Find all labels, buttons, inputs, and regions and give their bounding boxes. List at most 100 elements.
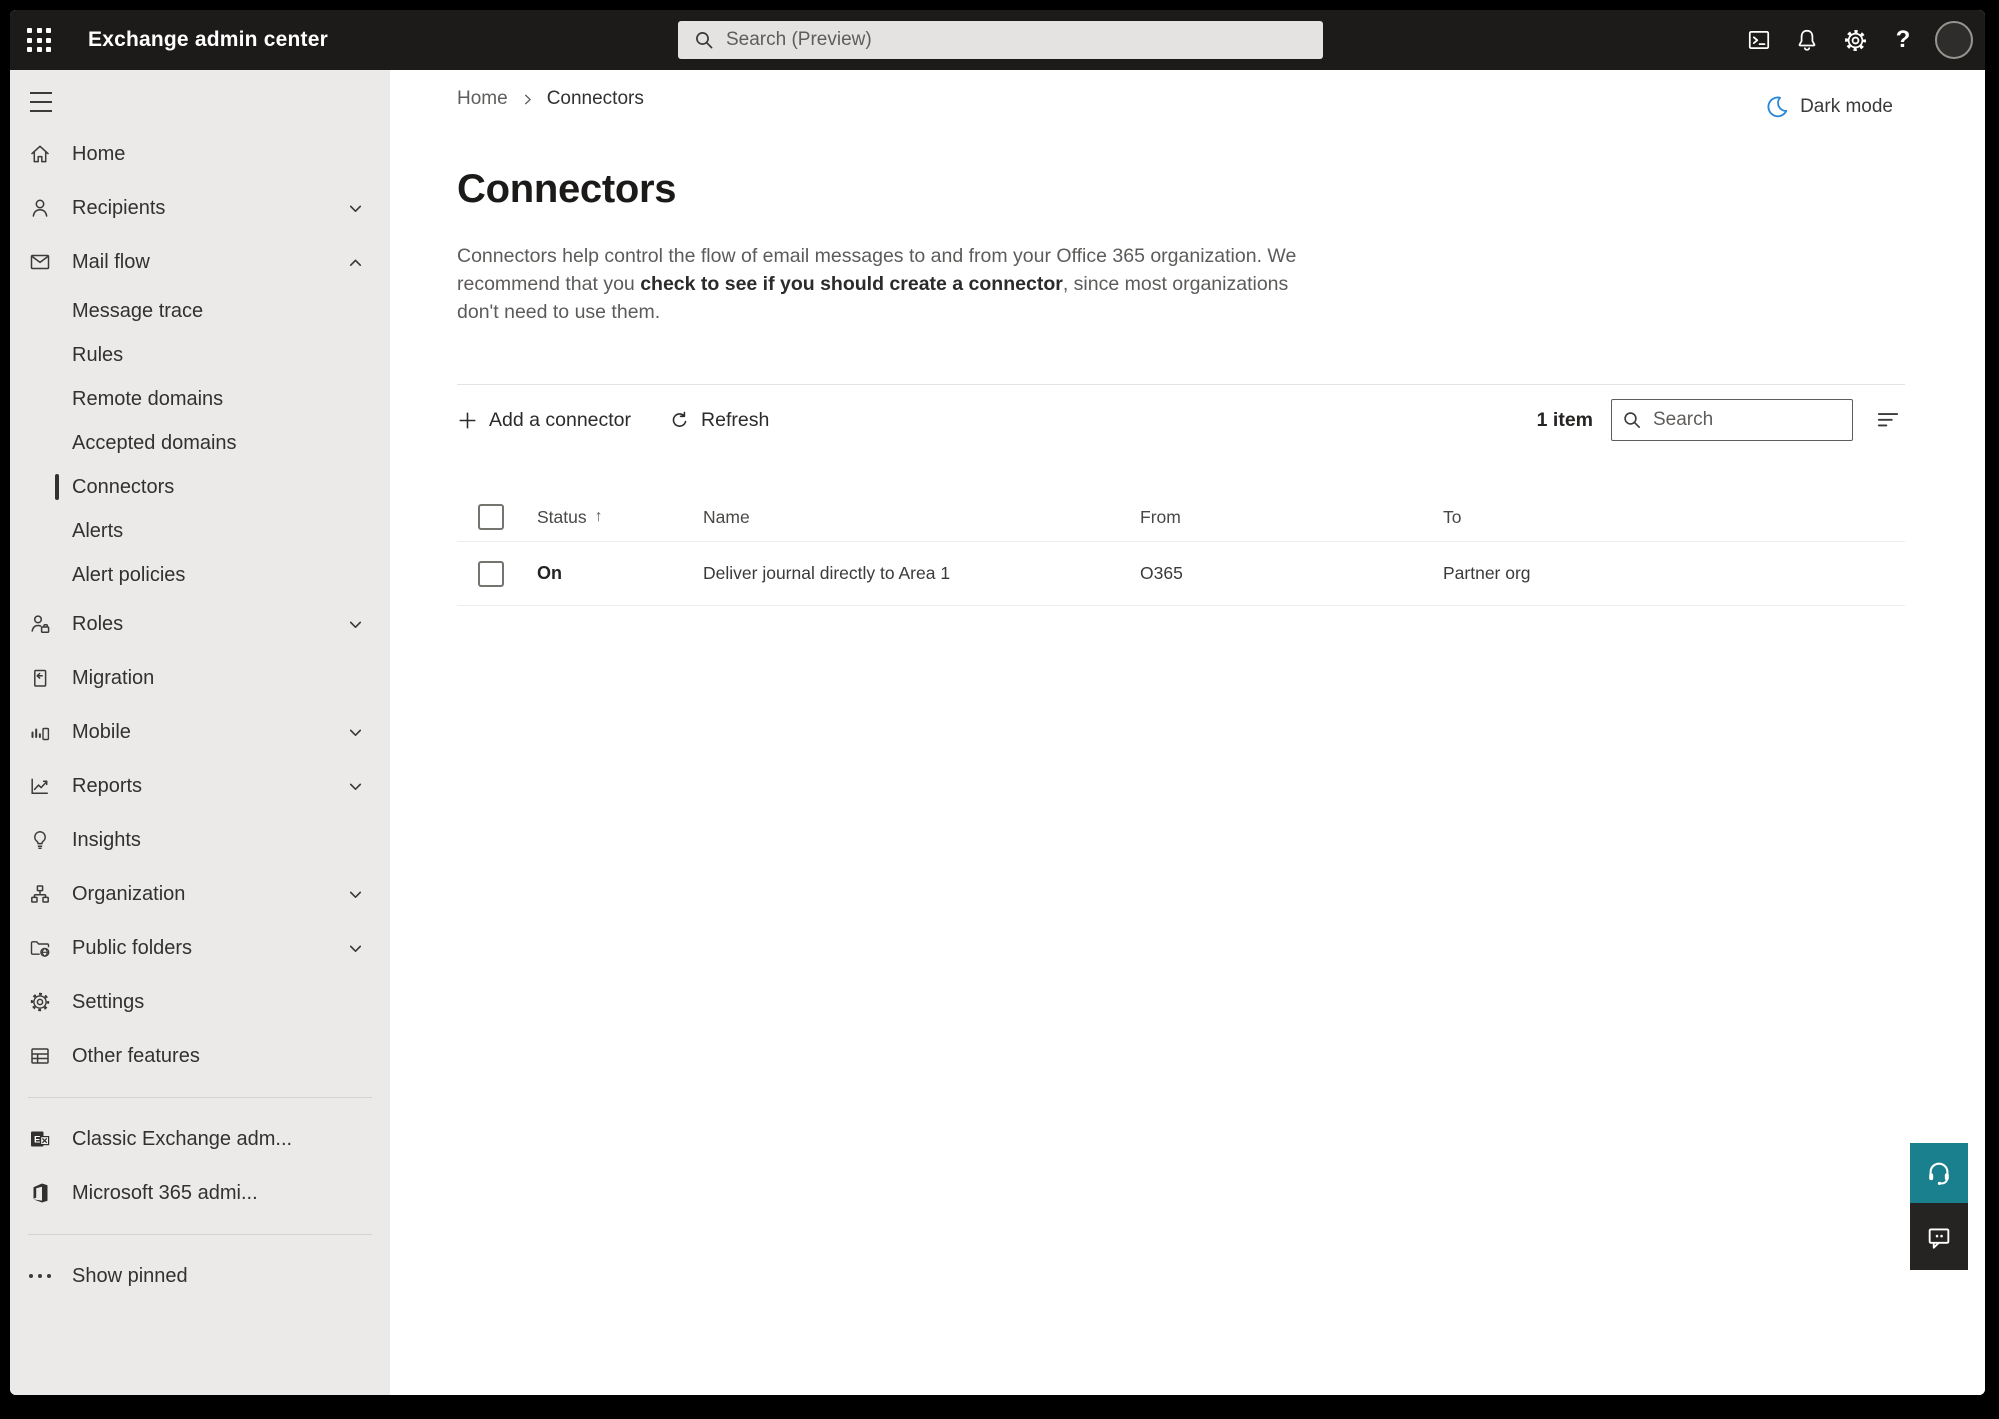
moon-icon: [1767, 96, 1788, 118]
help-button[interactable]: ?: [1879, 16, 1927, 64]
list-search-input[interactable]: [1651, 408, 1842, 432]
row-checkbox[interactable]: [478, 560, 504, 587]
column-header-from[interactable]: From: [1140, 507, 1443, 528]
sidebar-item-message-trace[interactable]: Message trace: [10, 289, 390, 333]
row-to: Partner org: [1443, 563, 1531, 583]
help-support-button[interactable]: [1910, 1143, 1968, 1203]
person-briefcase-icon: [31, 615, 50, 634]
sidebar-item-remote-domains[interactable]: Remote domains: [10, 377, 390, 421]
page-title: Connectors: [457, 167, 677, 211]
svg-text:E: E: [34, 1135, 40, 1146]
sidebar-item-alerts[interactable]: Alerts: [10, 509, 390, 553]
breadcrumb-home-link[interactable]: Home: [457, 88, 508, 110]
row-status: On: [537, 563, 562, 583]
sidebar-item-reports[interactable]: Reports: [10, 759, 390, 813]
sidebar-item-alert-policies[interactable]: Alert policies: [10, 553, 390, 597]
waffle-icon: [27, 28, 51, 52]
envelope-icon: [30, 254, 50, 270]
sidebar-item-other-features[interactable]: Other features: [10, 1029, 390, 1083]
gear-icon: [1844, 29, 1866, 51]
sidebar-item-label: Mail flow: [72, 250, 150, 273]
sidebar-item-settings[interactable]: Settings: [10, 975, 390, 1029]
filter-button[interactable]: [1871, 403, 1905, 437]
column-header-status[interactable]: Status ↑: [537, 507, 703, 528]
top-bar: Exchange admin center Search (Preview) ?: [10, 10, 1985, 70]
more-dots-icon: [28, 1274, 52, 1278]
headset-icon: [1929, 1162, 1949, 1186]
sidebar-item-mail-flow[interactable]: Mail flow: [10, 235, 390, 289]
sidebar-item-mobile[interactable]: Mobile: [10, 705, 390, 759]
question-mark-icon: ?: [1895, 26, 1911, 53]
mobile-stats-icon: [31, 727, 50, 741]
exchange-logo-icon: E: [31, 1131, 50, 1147]
nav-collapse-button[interactable]: [30, 90, 60, 114]
sidebar-item-home[interactable]: Home: [10, 127, 390, 181]
sidebar-item-migration[interactable]: Migration: [10, 651, 390, 705]
sidebar-item-rules[interactable]: Rules: [10, 333, 390, 377]
chevron-down-icon: [349, 945, 362, 952]
table-icon: [31, 1048, 49, 1064]
sidebar-item-label: Roles: [72, 612, 124, 635]
sidebar-item-label: Show pinned: [72, 1264, 188, 1287]
header-checkbox-cell: [457, 504, 537, 530]
sidebar-item-label: Insights: [72, 828, 141, 851]
chevron-down-icon: [349, 891, 362, 898]
breadcrumb-chevron-icon: [524, 94, 531, 104]
sidebar-item-show-pinned[interactable]: Show pinned: [10, 1249, 390, 1303]
nav-divider: [28, 1234, 372, 1235]
select-all-checkbox[interactable]: [478, 504, 504, 530]
sidebar-item-connectors[interactable]: Connectors: [10, 465, 390, 509]
settings-button[interactable]: [1831, 16, 1879, 64]
sidebar-item-recipients[interactable]: Recipients: [10, 181, 390, 235]
breadcrumb: Home Connectors: [457, 88, 1905, 110]
sidebar-item-label: Accepted domains: [72, 431, 237, 454]
app-window: Exchange admin center Search (Preview) ?…: [10, 10, 1985, 1395]
feedback-button[interactable]: [1910, 1203, 1968, 1270]
table-row[interactable]: On Deliver journal directly to Area 1 O3…: [457, 542, 1905, 606]
sidebar-item-microsoft-365-admin[interactable]: Microsoft 365 admi...: [10, 1166, 390, 1220]
list-search-box[interactable]: [1611, 399, 1853, 441]
sidebar-item-accepted-domains[interactable]: Accepted domains: [10, 421, 390, 465]
refresh-button[interactable]: Refresh: [669, 409, 769, 432]
global-search-box[interactable]: [678, 21, 1323, 59]
add-connector-button[interactable]: Add a connector: [457, 409, 631, 432]
filter-icon: [1877, 413, 1899, 427]
sidebar-item-label: Connectors: [72, 475, 175, 498]
notifications-button[interactable]: [1783, 16, 1831, 64]
search-icon: [696, 32, 713, 49]
item-count: 1 item: [1536, 408, 1593, 431]
connectors-table: Status ↑ Name From To On Deliver journal…: [457, 493, 1905, 606]
column-header-to[interactable]: To: [1443, 507, 1905, 528]
microsoft-365-logo-icon: [33, 1183, 48, 1203]
sidebar-item-label: Mobile: [72, 720, 131, 743]
person-icon: [32, 199, 48, 217]
refresh-label: Refresh: [701, 408, 770, 431]
folder-globe-icon: [30, 941, 50, 957]
row-name[interactable]: Deliver journal directly to Area 1: [703, 563, 1140, 584]
app-title: Exchange admin center: [88, 28, 328, 51]
topbar-actions: ?: [1735, 16, 1985, 64]
dark-mode-toggle[interactable]: Dark mode: [1765, 94, 1893, 119]
sidebar-item-label: Rules: [72, 343, 124, 366]
cloud-shell-button[interactable]: [1735, 16, 1783, 64]
add-connector-label: Add a connector: [489, 408, 632, 431]
sidebar-item-classic-exchange[interactable]: E Classic Exchange adm...: [10, 1112, 390, 1166]
chevron-down-icon: [349, 205, 362, 212]
account-avatar[interactable]: [1935, 21, 1973, 59]
column-header-name[interactable]: Name: [703, 507, 1140, 528]
sidebar-item-label: Other features: [72, 1044, 200, 1067]
sidebar-item-label: Alert policies: [72, 563, 186, 586]
chat-icon: [1928, 1227, 1950, 1249]
line-chart-icon: [31, 778, 48, 795]
sidebar-item-roles[interactable]: Roles: [10, 597, 390, 651]
column-header-label: Status: [537, 506, 587, 527]
description-link[interactable]: check to see if you should create a conn…: [640, 273, 1063, 295]
home-icon: [31, 145, 49, 163]
sidebar-item-label: Settings: [72, 990, 145, 1013]
sidebar-item-public-folders[interactable]: Public folders: [10, 921, 390, 975]
global-search-input[interactable]: [724, 28, 1311, 52]
bell-icon: [1798, 29, 1816, 51]
app-launcher-button[interactable]: [10, 10, 68, 70]
sidebar-item-organization[interactable]: Organization: [10, 867, 390, 921]
sidebar-item-insights[interactable]: Insights: [10, 813, 390, 867]
